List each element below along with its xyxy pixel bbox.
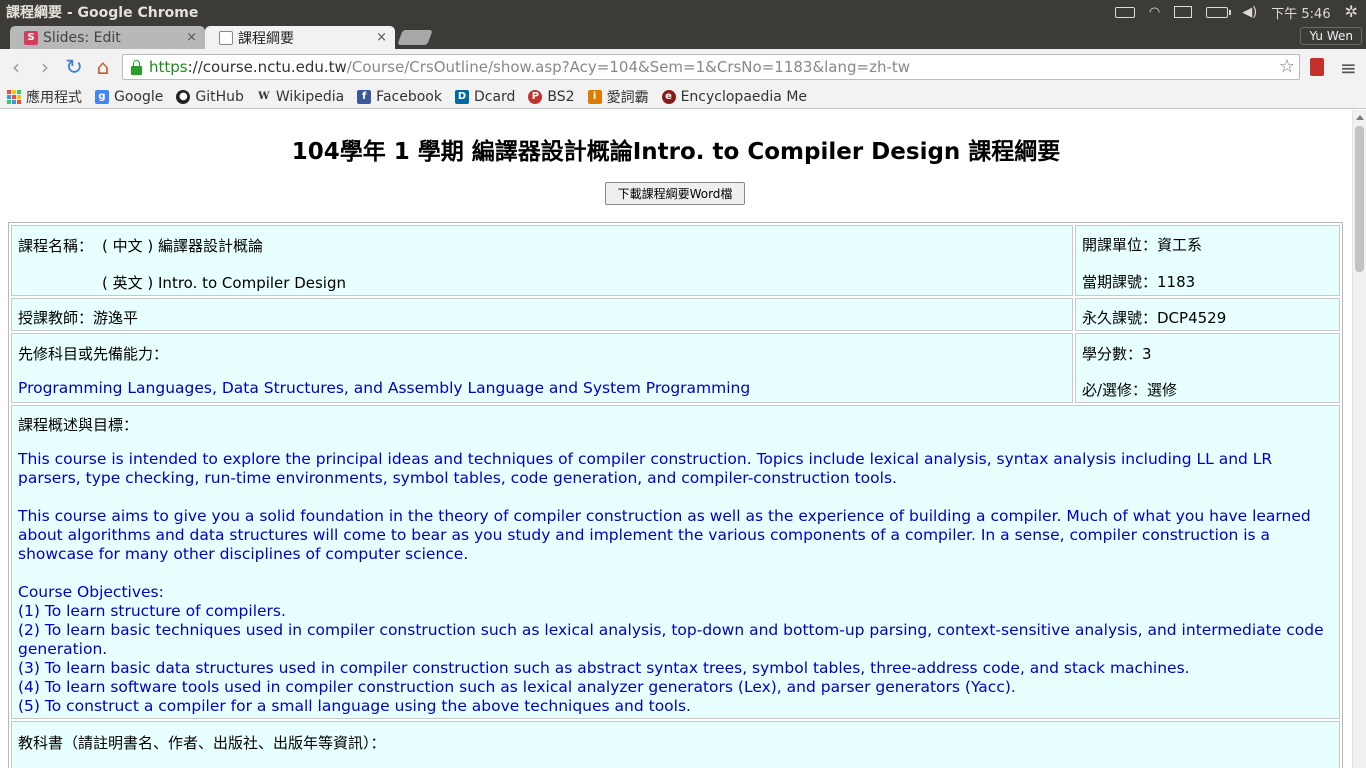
- close-icon[interactable]: ×: [186, 30, 197, 45]
- objective-item: (4) To learn software tools used in comp…: [18, 678, 1016, 696]
- overview-paragraph-1: This course is intended to explore the p…: [18, 450, 1273, 487]
- tab-slides[interactable]: S Slides: Edit ×: [10, 26, 205, 49]
- page-scrollbar[interactable]: [1352, 110, 1366, 768]
- bookmark-label: Google: [114, 88, 164, 105]
- page-viewport: 104學年 1 學期 編譯器設計概論Intro. to Compiler Des…: [0, 110, 1352, 768]
- course-name-label: 課程名稱：: [18, 237, 94, 255]
- bookmark-label: Encyclopaedia Me: [680, 88, 808, 105]
- encyclopaedia-icon: e: [661, 89, 676, 104]
- bs2-icon: P: [528, 89, 543, 104]
- bookmark-facebook[interactable]: f Facebook: [357, 89, 442, 105]
- bookmark-label: Wikipedia: [275, 88, 345, 105]
- system-tray: ◠ ◀) 下午 5:46 ✲: [1114, 3, 1366, 22]
- textbook-cell: 教科書（請註明書名、作者、出版社、出版年等資訊）：: [11, 721, 1340, 768]
- permanent-course-code: 永久課號：DCP4529: [1082, 309, 1227, 327]
- battery-icon[interactable]: [1206, 6, 1232, 18]
- wikipedia-icon: W: [258, 91, 270, 102]
- objective-item: (1) To learn structure of compilers.: [18, 602, 286, 620]
- objective-item: (5) To construct a compiler for a small …: [18, 697, 691, 715]
- browser-toolbar: ‹ › ↻ ⌂ https://course.nctu.edu.tw/Cours…: [0, 49, 1366, 85]
- bookmark-star-icon[interactable]: ☆: [1279, 56, 1295, 77]
- google-icon: g: [95, 89, 109, 104]
- extension-icon[interactable]: [1310, 58, 1324, 76]
- bookmark-label: GitHub: [195, 88, 244, 105]
- bookmark-encyclopaedia[interactable]: e Encyclopaedia Me: [661, 88, 808, 105]
- bookmark-iciba[interactable]: i 愛詞霸: [587, 87, 649, 107]
- course-name-en: ( 英文 ) Intro. to Compiler Design: [102, 274, 347, 292]
- bookmark-wikipedia[interactable]: W Wikipedia: [257, 89, 344, 105]
- prerequisite-text: Programming Languages, Data Structures, …: [18, 379, 751, 397]
- window-title: 課程綱要 - Google Chrome: [6, 5, 199, 21]
- department-cell: 開課單位：資工系 當期課號：1183: [1075, 225, 1340, 296]
- url-host: ://course.nctu.edu.tw: [187, 58, 347, 76]
- address-bar[interactable]: https://course.nctu.edu.tw/Course/CrsOut…: [122, 54, 1300, 80]
- forward-button[interactable]: ›: [32, 54, 58, 80]
- objective-item: (2) To learn basic techniques used in co…: [18, 621, 1324, 658]
- page-title: 104學年 1 學期 編譯器設計概論Intro. to Compiler Des…: [291, 139, 1061, 165]
- dcard-icon: D: [454, 89, 469, 104]
- bookmark-label: Dcard: [473, 88, 516, 105]
- close-icon[interactable]: ×: [376, 30, 387, 45]
- bookmark-label: 應用程式: [26, 89, 82, 106]
- bookmark-bs2[interactable]: P BS2: [528, 88, 575, 105]
- page-icon: [219, 30, 233, 45]
- clock[interactable]: 下午 5:46: [1271, 3, 1330, 22]
- tab-label: 課程綱要: [238, 30, 294, 47]
- download-word-button[interactable]: 下載課程綱要Word檔: [605, 182, 745, 205]
- iciba-icon: i: [587, 89, 602, 104]
- keyboard-icon[interactable]: [1114, 6, 1135, 18]
- prerequisite-cell: 先修科目或先備能力： Programming Languages, Data S…: [11, 333, 1073, 403]
- reload-button[interactable]: ↻: [61, 54, 87, 80]
- overview-paragraph-2: This course aims to give you a solid fou…: [18, 507, 1311, 563]
- permanent-code-cell: 永久課號：DCP4529: [1075, 298, 1340, 331]
- bookmark-google[interactable]: g Google: [95, 89, 163, 105]
- overview-label: 課程概述與目標：: [18, 416, 139, 434]
- scroll-up-arrow-icon[interactable]: [1356, 115, 1364, 120]
- url-scheme: https: [149, 58, 188, 76]
- bookmark-label: 愛詞霸: [606, 89, 649, 106]
- bookmarks-bar: 應用程式 g Google ● GitHub W Wikipedia f Fac…: [0, 85, 1366, 109]
- bookmark-label: Facebook: [376, 88, 442, 105]
- gear-icon[interactable]: ✲: [1345, 4, 1358, 20]
- slides-icon: S: [24, 30, 38, 45]
- os-top-panel: 課程綱要 - Google Chrome ◠ ◀) 下午 5:46 ✲: [0, 0, 1366, 24]
- volume-icon[interactable]: ◀): [1242, 6, 1257, 19]
- lock-icon: [131, 59, 142, 75]
- github-icon: ●: [176, 89, 191, 104]
- course-outline-table: 課程名稱： ( 中文 ) 編譯器設計概論 ( 英文 ) Intro. to Co…: [8, 222, 1343, 768]
- course-name-zh: ( 中文 ) 編譯器設計概論: [102, 237, 264, 255]
- tab-course-outline[interactable]: 課程綱要 ×: [205, 26, 395, 49]
- bookmark-github[interactable]: ● GitHub: [176, 89, 244, 105]
- required-elective: 必/選修：選修: [1082, 381, 1178, 399]
- objective-item: (3) To learn basic data structures used …: [18, 659, 1190, 677]
- course-name-cell: 課程名稱： ( 中文 ) 編譯器設計概論 ( 英文 ) Intro. to Co…: [11, 225, 1073, 296]
- apps-grid-icon: [7, 89, 21, 104]
- overview-cell: 課程概述與目標： This course is intended to expl…: [11, 405, 1340, 719]
- textbook-label: 教科書（請註明書名、作者、出版社、出版年等資訊）：: [18, 734, 386, 752]
- bookmark-dcard[interactable]: D Dcard: [454, 88, 516, 105]
- prerequisite-label: 先修科目或先備能力：: [18, 345, 169, 363]
- wifi-icon[interactable]: ◠: [1149, 6, 1160, 19]
- department: 開課單位：資工系: [1082, 236, 1203, 254]
- profile-button[interactable]: Yu Wen: [1300, 27, 1362, 45]
- new-tab-button[interactable]: [397, 30, 433, 45]
- facebook-icon: f: [357, 89, 372, 104]
- scroll-thumb[interactable]: [1355, 126, 1364, 272]
- current-course-code: 當期課號：1183: [1082, 273, 1196, 291]
- credits: 學分數：3: [1082, 345, 1152, 363]
- bookmark-apps[interactable]: 應用程式: [7, 87, 82, 107]
- back-button[interactable]: ‹: [3, 54, 29, 80]
- bookmark-label: BS2: [547, 88, 575, 105]
- mail-icon[interactable]: [1174, 6, 1193, 18]
- tab-label: Slides: Edit: [43, 29, 121, 46]
- instructor-cell: 授課教師：游逸平: [11, 298, 1073, 331]
- chrome-menu-icon[interactable]: ≡: [1340, 56, 1357, 80]
- tab-strip: S Slides: Edit × 課程綱要 × Yu Wen: [0, 24, 1366, 49]
- home-button[interactable]: ⌂: [90, 54, 116, 80]
- credits-cell: 學分數：3 必/選修：選修: [1075, 333, 1340, 403]
- instructor: 授課教師：游逸平: [18, 309, 139, 327]
- objectives-heading: Course Objectives:: [18, 583, 164, 601]
- url-path: /Course/CrsOutline/show.asp?Acy=104&Sem=…: [346, 58, 911, 76]
